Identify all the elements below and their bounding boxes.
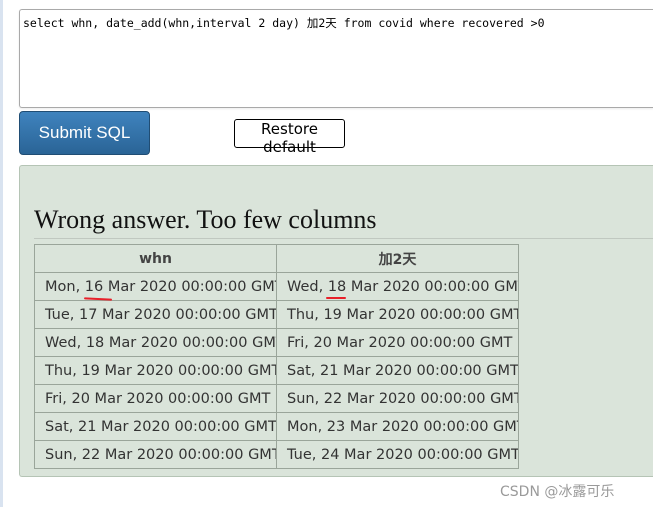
table-cell: Fri, 20 Mar 2020 00:00:00 GMT <box>34 384 277 413</box>
table-cell: Mon, 23 Mar 2020 00:00:00 GMT <box>276 412 519 441</box>
table-row: Tue, 17 Mar 2020 00:00:00 GMT Thu, 19 Ma… <box>34 300 519 329</box>
page-left-edge <box>0 0 3 507</box>
table-row: Sun, 22 Mar 2020 00:00:00 GMT Tue, 24 Ma… <box>34 440 519 469</box>
table-row: Wed, 18 Mar 2020 00:00:00 GMT Fri, 20 Ma… <box>34 328 519 357</box>
table-cell: Thu, 19 Mar 2020 00:00:00 GMT <box>276 300 519 329</box>
table-header-row: whn 加2天 <box>34 244 519 273</box>
table-cell: Wed, 18 Mar 2020 00:00:00 GMT <box>276 272 519 301</box>
sql-input[interactable]: select whn, date_add(whn,interval 2 day)… <box>19 9 653 108</box>
heading-divider <box>34 238 653 239</box>
result-heading: Wrong answer. Too few columns <box>34 205 377 234</box>
column-header-whn: whn <box>34 244 277 273</box>
table-cell: Sat, 21 Mar 2020 00:00:00 GMT <box>34 412 277 441</box>
table-cell: Sun, 22 Mar 2020 00:00:00 GMT <box>276 384 519 413</box>
table-cell: Thu, 19 Mar 2020 00:00:00 GMT <box>34 356 277 385</box>
table-row: Mon, 16 Mar 2020 00:00:00 GMT Wed, 18 Ma… <box>34 272 519 301</box>
column-header-add-2-days: 加2天 <box>276 244 519 273</box>
table-row: Sat, 21 Mar 2020 00:00:00 GMT Mon, 23 Ma… <box>34 412 519 441</box>
result-table: whn 加2天 Mon, 16 Mar 2020 00:00:00 GMT We… <box>34 244 519 469</box>
table-row: Thu, 19 Mar 2020 00:00:00 GMT Sat, 21 Ma… <box>34 356 519 385</box>
submit-sql-button[interactable]: Submit SQL <box>19 111 150 155</box>
table-row: Fri, 20 Mar 2020 00:00:00 GMT Sun, 22 Ma… <box>34 384 519 413</box>
table-cell: Tue, 17 Mar 2020 00:00:00 GMT <box>34 300 277 329</box>
table-cell: Wed, 18 Mar 2020 00:00:00 GMT <box>34 328 277 357</box>
result-panel: Wrong answer. Too few columns whn 加2天 Mo… <box>19 165 653 477</box>
watermark: CSDN @冰露可乐 <box>500 484 615 500</box>
table-cell: Fri, 20 Mar 2020 00:00:00 GMT <box>276 328 519 357</box>
annotation-underline-right <box>326 297 346 299</box>
sql-input-text[interactable]: select whn, date_add(whn,interval 2 day)… <box>23 15 545 31</box>
table-cell: Sun, 22 Mar 2020 00:00:00 GMT <box>34 440 277 469</box>
table-cell: Sat, 21 Mar 2020 00:00:00 GMT <box>276 356 519 385</box>
table-cell: Mon, 16 Mar 2020 00:00:00 GMT <box>34 272 277 301</box>
table-cell: Tue, 24 Mar 2020 00:00:00 GMT <box>276 440 519 469</box>
restore-default-button[interactable]: Restore default <box>234 119 345 156</box>
